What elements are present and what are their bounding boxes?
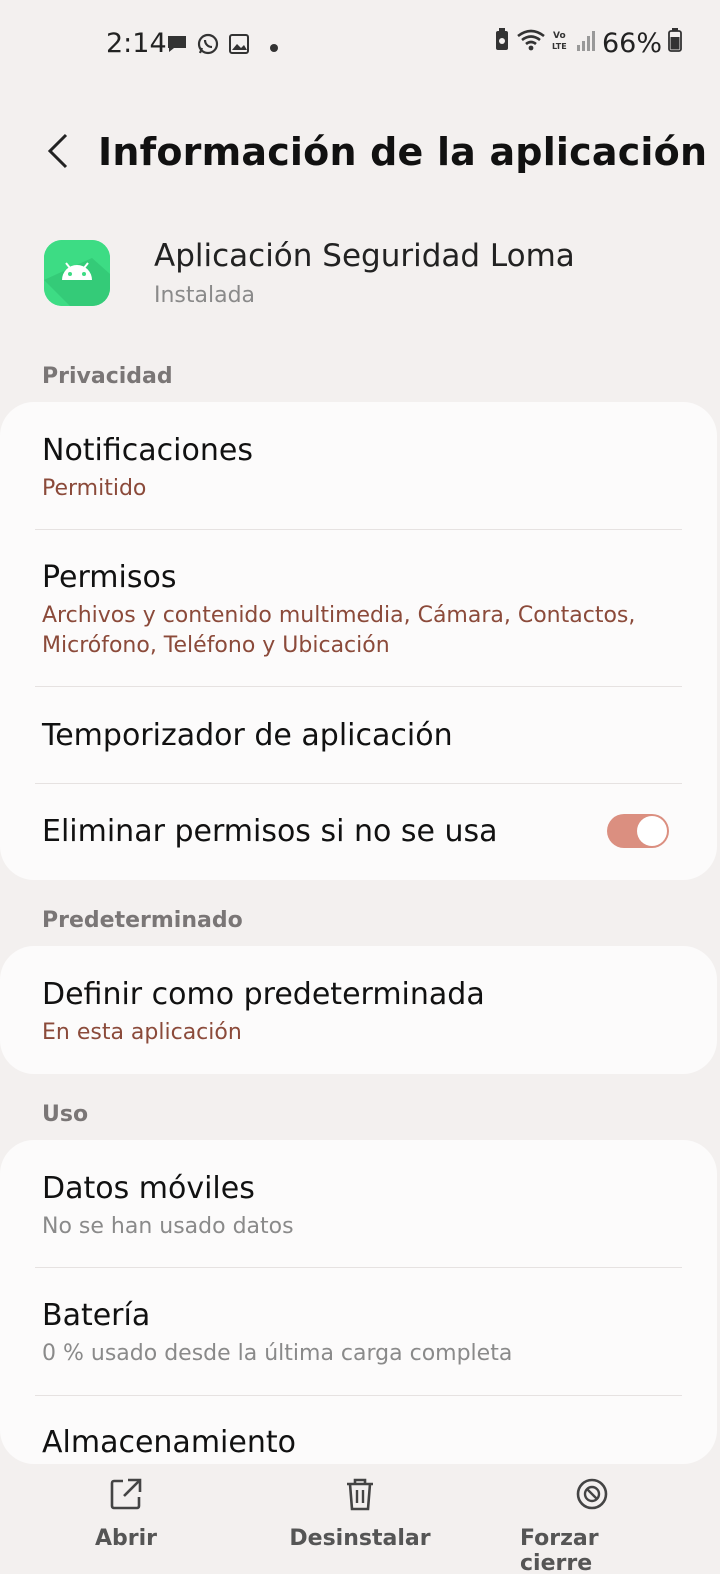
definir-predeterminada-subtitle: En esta aplicación <box>42 1020 242 1045</box>
svg-text:LTE: LTE <box>552 42 567 51</box>
app-name: Aplicación Seguridad Loma <box>154 238 575 274</box>
whatsapp-icon <box>196 32 220 60</box>
toggle-knob <box>637 816 667 846</box>
status-time: 2:14 <box>106 28 167 59</box>
section-header-privacidad: Privacidad <box>42 364 173 389</box>
status-left-icons <box>166 32 278 60</box>
app-status: Instalada <box>154 283 256 308</box>
desinstalar-button[interactable]: Desinstalar <box>289 1476 431 1551</box>
permisos-title: Permisos <box>42 560 177 595</box>
open-external-icon <box>108 1476 144 1516</box>
notificaciones-subtitle: Permitido <box>42 476 147 501</box>
bateria-title: Batería <box>42 1298 151 1333</box>
dot-icon <box>270 37 278 56</box>
forzar-cierre-button[interactable]: Forzar cierre <box>520 1476 664 1574</box>
definir-predeterminada-title: Definir como predeterminada <box>42 977 485 1012</box>
usage-card: Datos móviles No se han usado datos Bate… <box>0 1140 717 1464</box>
battery-saver-icon <box>494 28 510 59</box>
battery-percent: 66% <box>601 28 662 59</box>
temporizador-item[interactable]: Temporizador de aplicación <box>0 717 717 755</box>
divider <box>35 1395 682 1396</box>
divider <box>35 783 682 784</box>
desinstalar-label: Desinstalar <box>289 1526 431 1551</box>
datos-moviles-item[interactable]: Datos móviles No se han usado datos <box>0 1170 717 1242</box>
notificaciones-title: Notificaciones <box>42 433 253 468</box>
page-title: Información de la aplicación <box>98 130 708 174</box>
almacenamiento-title: Almacenamiento <box>42 1425 296 1460</box>
status-bar: 2:14 Vo LTE 66% <box>0 0 720 88</box>
abrir-label: Abrir <box>94 1526 157 1551</box>
signal-icon <box>576 28 596 59</box>
abrir-button[interactable]: Abrir <box>86 1476 166 1551</box>
android-icon <box>44 240 110 306</box>
message-icon <box>166 33 188 59</box>
section-header-predeterminado: Predeterminado <box>42 908 243 933</box>
volte-icon: Vo LTE <box>552 28 570 59</box>
bateria-subtitle: 0 % usado desde la última carga completa <box>42 1341 513 1366</box>
datos-moviles-title: Datos móviles <box>42 1171 255 1206</box>
divider <box>35 686 682 687</box>
chevron-left-icon <box>46 133 70 173</box>
divider <box>35 529 682 530</box>
definir-predeterminada-item[interactable]: Definir como predeterminada En esta apli… <box>0 976 717 1048</box>
default-card: Definir como predeterminada En esta apli… <box>0 946 717 1074</box>
wifi-icon <box>516 28 546 59</box>
eliminar-permisos-toggle[interactable] <box>607 814 669 848</box>
temporizador-title: Temporizador de aplicación <box>42 718 453 753</box>
notificaciones-item[interactable]: Notificaciones Permitido <box>0 432 717 504</box>
permisos-subtitle-line1: Archivos y contenido multimedia, Cámara,… <box>42 603 636 628</box>
privacy-card: Notificaciones Permitido Permisos Archiv… <box>0 402 717 880</box>
battery-icon <box>668 28 682 59</box>
gallery-icon <box>228 33 250 59</box>
permisos-subtitle-line2: Micrófono, Teléfono y Ubicación <box>42 633 390 658</box>
bateria-item[interactable]: Batería 0 % usado desde la última carga … <box>0 1297 717 1369</box>
permisos-item[interactable]: Permisos Archivos y contenido multimedia… <box>0 559 717 661</box>
almacenamiento-item[interactable]: Almacenamiento <box>0 1424 717 1462</box>
datos-moviles-subtitle: No se han usado datos <box>42 1214 294 1239</box>
bottom-action-bar: Abrir Desinstalar Forzar cierre <box>0 1464 720 1574</box>
svg-text:Vo: Vo <box>553 31 566 41</box>
section-header-uso: Uso <box>42 1102 89 1127</box>
eliminar-permisos-title: Eliminar permisos si no se usa <box>42 814 498 849</box>
back-button[interactable] <box>38 128 78 178</box>
forzar-cierre-label: Forzar cierre <box>520 1526 599 1574</box>
trash-icon <box>344 1476 376 1516</box>
status-right-icons: Vo LTE 66% <box>494 28 682 59</box>
divider <box>35 1267 682 1268</box>
stop-icon <box>574 1476 610 1516</box>
